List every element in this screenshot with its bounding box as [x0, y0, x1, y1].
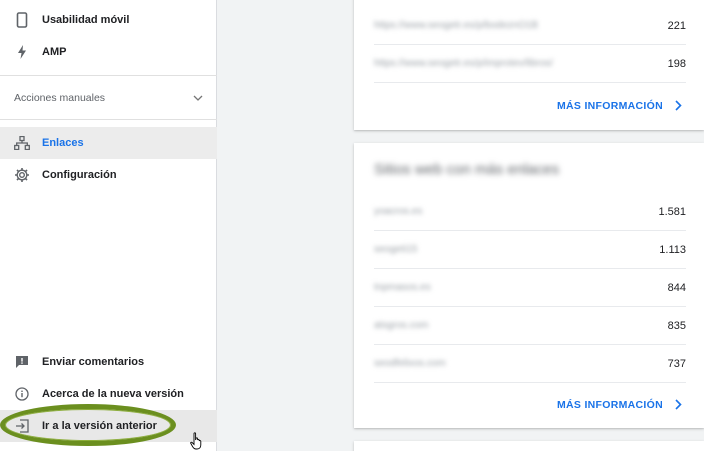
more-info-label: MÁS INFORMACIÓN [557, 399, 663, 411]
gear-icon [14, 167, 30, 183]
phone-icon [14, 12, 30, 28]
nav-links[interactable]: Enlaces [0, 127, 217, 159]
table-row[interactable]: seodfelixos.com 737 [374, 345, 686, 383]
table-row[interactable]: seogeti15 1.113 [374, 231, 686, 269]
row-count: 737 [667, 357, 686, 370]
row-site: seogeti15 [374, 244, 418, 255]
top-pages-card: https://www.seogetr.es/p/bodeznO1B 221 h… [354, 0, 704, 130]
row-count: 198 [667, 57, 686, 70]
bolt-icon [14, 44, 30, 60]
row-count: 1.113 [659, 243, 686, 256]
top-linking-sites-card: Sitios web con más enlaces yoacros.es 1.… [354, 143, 704, 428]
row-count: 835 [667, 319, 686, 332]
more-info-link[interactable]: MÁS INFORMACIÓN [557, 395, 682, 415]
nav-mobile-usability[interactable]: Usabilidad móvil [0, 4, 217, 36]
manual-actions-toggle[interactable]: Acciones manuales [0, 82, 217, 114]
chevron-down-icon [193, 92, 203, 104]
row-url: https://www.seogetr.es/p/improtev/libros… [374, 58, 553, 69]
feedback-icon [14, 354, 30, 370]
row-count: 1.581 [658, 205, 686, 218]
section-label: Acciones manuales [14, 92, 106, 104]
nav-send-feedback[interactable]: Enviar comentarios [0, 346, 217, 378]
nav-label: Enviar comentarios [42, 356, 145, 368]
highlight-ring [0, 404, 176, 446]
row-site: yoacros.es [374, 206, 423, 217]
nav-amp[interactable]: AMP [0, 36, 217, 68]
nav-settings[interactable]: Configuración [0, 159, 217, 191]
next-card [354, 441, 704, 451]
nav-label: Acerca de la nueva versión [42, 388, 184, 400]
divider [0, 119, 217, 120]
info-icon [14, 386, 30, 402]
row-site: atsgros.com [374, 320, 429, 331]
table-row[interactable]: tnpmasos.es 844 [374, 269, 686, 307]
card-title: Sitios web con más enlaces [374, 161, 560, 178]
more-info-label: MÁS INFORMACIÓN [557, 100, 663, 112]
row-site: seodfelixos.com [374, 358, 446, 369]
chevron-right-icon [675, 397, 682, 413]
links-icon [14, 135, 30, 151]
table-row[interactable]: atsgros.com 835 [374, 307, 686, 345]
sidebar: Usabilidad móvil AMP Acciones manuales E… [0, 0, 217, 451]
nav-label: Configuración [42, 169, 117, 181]
row-count: 844 [667, 281, 686, 294]
divider [0, 75, 217, 76]
row-site: tnpmasos.es [374, 282, 431, 293]
chevron-right-icon [675, 98, 682, 114]
row-url: https://www.seogetr.es/p/bodeznO1B [374, 20, 538, 31]
table-row[interactable]: https://www.seogetr.es/p/improtev/libros… [374, 45, 686, 83]
table-row[interactable]: yoacros.es 1.581 [374, 193, 686, 231]
nav-label: Usabilidad móvil [42, 14, 130, 26]
table-row[interactable]: https://www.seogetr.es/p/bodeznO1B 221 [374, 7, 686, 45]
row-count: 221 [667, 19, 686, 32]
nav-label: Enlaces [42, 137, 84, 149]
more-info-link[interactable]: MÁS INFORMACIÓN [557, 96, 682, 116]
hand-cursor-icon [190, 432, 202, 450]
nav-label: AMP [42, 46, 67, 58]
